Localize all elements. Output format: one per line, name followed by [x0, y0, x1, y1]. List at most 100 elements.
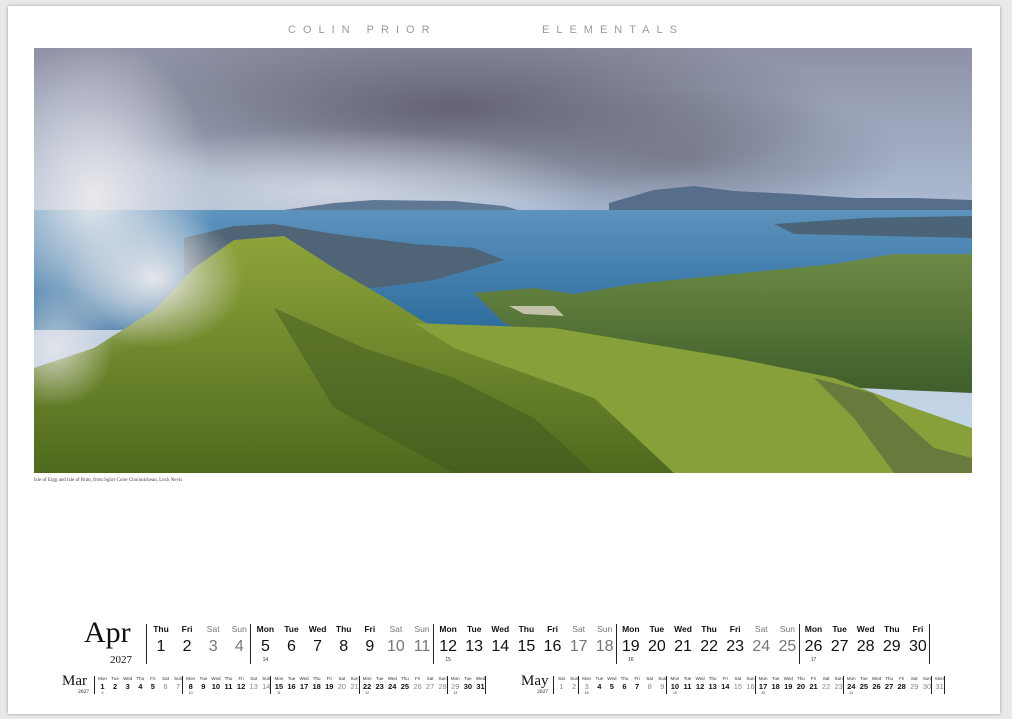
week-separator — [94, 676, 95, 694]
may-day: Fri 7 — [631, 676, 644, 691]
week-number: 19 — [672, 691, 677, 695]
date-number: 20 — [647, 638, 666, 655]
week-number: 20 — [761, 691, 766, 695]
weekday-label: Thu — [153, 624, 169, 634]
date-number: 11 — [683, 682, 692, 691]
may-day: Tue 4 — [593, 676, 606, 691]
april-day: Sat 3 — [200, 624, 226, 656]
date-number: 25 — [400, 682, 410, 691]
date-number: 15 — [733, 682, 743, 691]
march-day: Sat 6 — [159, 676, 172, 691]
march-day: Wed 10 — [209, 676, 222, 691]
april-day: Thu 29 — [879, 624, 905, 656]
week-separator — [666, 676, 668, 694]
date-number: 1 — [156, 638, 166, 655]
date-number: 24 — [388, 682, 397, 691]
may-day: Mon 3 18 — [580, 676, 593, 696]
week-separator — [270, 676, 272, 694]
weekday-label: Tue — [649, 624, 665, 634]
march-day: Sat 13 — [247, 676, 260, 691]
date-number: 6 — [622, 682, 627, 691]
date-number: 13 — [465, 638, 484, 655]
date-number: 12 — [236, 682, 246, 691]
may-day: Fri 28 — [895, 676, 908, 691]
week-number: 13 — [453, 691, 458, 695]
date-number: 28 — [856, 638, 875, 655]
may-day: Mon 17 20 — [757, 676, 770, 696]
may-day: Sat 22 — [820, 676, 833, 691]
march-day: Sat 20 — [335, 676, 348, 691]
weekday-label: Fri — [364, 624, 376, 634]
weekday-label: Tue — [832, 624, 847, 634]
may-day: Wed 12 — [694, 676, 707, 691]
date-number: 2 — [182, 638, 192, 655]
april-day: Thu 1 — [148, 624, 174, 656]
weekday-label: Wed — [491, 624, 510, 634]
weekday-label: Fri — [912, 624, 924, 634]
week-number: 21 — [849, 691, 854, 695]
previous-month-name: Mar — [62, 673, 87, 689]
april-day: Tue 27 — [827, 624, 853, 656]
may-day: Mon 10 19 — [668, 676, 681, 696]
april-day: Sat 17 — [566, 624, 592, 656]
previous-month-year: 2027 — [78, 689, 89, 695]
date-number: 17 — [569, 638, 588, 655]
weekday-label: Wed — [674, 624, 692, 634]
march-day: Wed 24 — [386, 676, 399, 691]
date-number: 3 — [125, 682, 130, 691]
date-number: 18 — [771, 682, 780, 691]
weekday-label: Wed — [308, 624, 327, 634]
date-number: 11 — [413, 638, 431, 655]
date-number: 29 — [451, 682, 460, 691]
april-day: Mon 26 17 — [801, 624, 827, 664]
date-number: 2 — [113, 682, 118, 691]
week-separator — [358, 676, 360, 694]
date-number: 24 — [752, 638, 771, 655]
weekday-label: Sun — [597, 624, 613, 634]
date-number: 18 — [595, 638, 614, 655]
date-number: 7 — [313, 638, 323, 655]
date-number: 21 — [674, 638, 692, 655]
date-number: 8 — [339, 638, 349, 655]
date-number: 15 — [274, 682, 284, 691]
april-day: Mon 5 14 — [252, 624, 278, 664]
date-number: 16 — [543, 638, 562, 655]
date-number: 4 — [234, 638, 244, 655]
date-number: 23 — [375, 682, 384, 691]
weekday-label: Fri — [729, 624, 741, 634]
may-day: Thu 27 — [883, 676, 896, 691]
march-day: Fri 26 — [411, 676, 424, 691]
weekday-label: Thu — [518, 624, 535, 634]
march-day: Wed 3 — [121, 676, 134, 691]
week-separator — [433, 624, 435, 664]
weekday-label: Mon — [256, 624, 275, 634]
april-day: Fri 9 — [357, 624, 383, 656]
weekday-label: Sat — [754, 624, 768, 634]
march-day: Tue 9 — [197, 676, 210, 691]
date-number: 6 — [163, 682, 168, 691]
april-day: Thu 15 — [513, 624, 539, 656]
may-day: Thu 20 — [794, 676, 807, 691]
date-number: 5 — [150, 682, 155, 691]
march-day: Mon 1 9 — [96, 676, 109, 696]
date-number: 5 — [609, 682, 614, 691]
header-series: ELEMENTALS — [542, 24, 684, 36]
weekday-label: Mon — [622, 624, 640, 634]
week-number: 14 — [262, 657, 269, 663]
week-number: 16 — [628, 657, 634, 663]
date-number: 12 — [695, 682, 705, 691]
date-number: 15 — [517, 638, 536, 655]
weekday-label: Sun — [414, 624, 430, 634]
march-day: Thu 25 — [398, 676, 411, 691]
date-number: 20 — [796, 682, 806, 691]
march-day: Fri 12 — [235, 676, 248, 691]
april-day: Sun 25 — [774, 624, 800, 656]
april-day: Wed 21 — [670, 624, 696, 656]
date-number: 1 — [559, 682, 564, 691]
date-number: 14 — [721, 682, 730, 691]
week-separator — [578, 676, 580, 694]
date-number: 29 — [882, 638, 901, 655]
week-number: 11 — [277, 691, 281, 695]
april-day: Wed 7 — [305, 624, 331, 656]
april-day: Thu 22 — [696, 624, 722, 656]
